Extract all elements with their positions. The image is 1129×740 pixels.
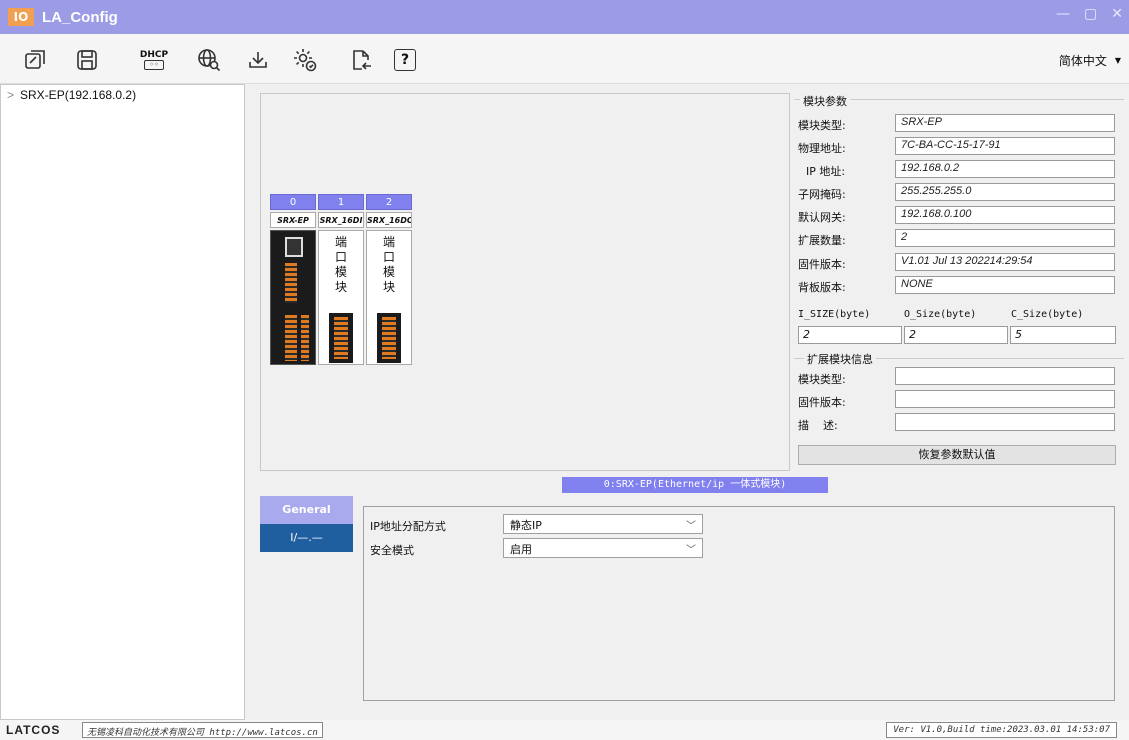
- status-bar: LATCOS 无锡凌科自动化技术有限公司 http://www.latcos.c…: [0, 720, 1129, 740]
- module-name: SRX-EP: [270, 212, 316, 228]
- module-index: 0: [270, 194, 316, 210]
- gateway-field[interactable]: 192.168.0.100: [895, 206, 1115, 224]
- module-params-panel: 模块参数 模块类型: SRX-EP 物理地址: 7C-BA-CC-15-17-9…: [794, 93, 1124, 471]
- tree-item-device[interactable]: > SRX-EP(192.168.0.2): [1, 85, 244, 105]
- firmware-field[interactable]: V1.01 Jul 13 202214:29:54: [895, 253, 1115, 271]
- ip-mode-select[interactable]: 静态IP ﹀: [503, 514, 703, 534]
- subnet-field[interactable]: 255.255.255.0: [895, 183, 1115, 201]
- close-button[interactable]: ✕: [1111, 6, 1123, 22]
- backplane-label: 背板版本:: [798, 281, 846, 294]
- version-info: Ver: V1.0,Build time:2023.03.01 14:53:07: [886, 722, 1117, 738]
- module-0[interactable]: 0 SRX-EP: [270, 194, 316, 365]
- ext-type-label: 模块类型:: [798, 373, 846, 386]
- module-body-text: 端 口 模 块: [334, 235, 347, 294]
- ext-desc-field[interactable]: [895, 413, 1115, 431]
- terminal-block: [285, 315, 297, 361]
- module-body-text: 端 口 模 块: [382, 235, 395, 294]
- c-size-field[interactable]: 5: [1010, 326, 1116, 344]
- app-title: LA_Config: [42, 8, 118, 26]
- c-size-label: C_Size(byte): [1011, 309, 1084, 320]
- save-icon[interactable]: [72, 45, 102, 75]
- chevron-down-icon: ﹀: [686, 545, 696, 556]
- params-group-title: 模块参数: [800, 93, 850, 109]
- terminal-block: [285, 263, 297, 303]
- i-size-field[interactable]: 2: [798, 326, 902, 344]
- module-1[interactable]: 1 SRX_16DI 端 口 模 块: [318, 194, 364, 365]
- backplane-field[interactable]: NONE: [895, 276, 1115, 294]
- ip-mode-value: 静态IP: [510, 519, 542, 532]
- config-panel: IP地址分配方式 静态IP ﹀ 安全模式 启用 ﹀: [363, 506, 1115, 701]
- ext-desc-label: 描 述:: [798, 419, 838, 432]
- toolbar: DHCP ◦◦ ? 简体中文 ▼: [0, 34, 1129, 84]
- ethernet-port-icon: [285, 237, 303, 257]
- module-type-label: 模块类型:: [798, 119, 846, 132]
- o-size-field[interactable]: 2: [904, 326, 1008, 344]
- module-index: 2: [366, 194, 412, 210]
- module-graphic-panel: 0 SRX-EP 1 SRX_16DI 端 口 模 块 2 SRX_16DO 端…: [260, 93, 790, 471]
- ext-count-field[interactable]: 2: [895, 229, 1115, 247]
- chevron-down-icon: ﹀: [686, 521, 696, 532]
- app-logo: IO: [8, 8, 34, 26]
- window-controls: — ▢ ✕: [1056, 6, 1123, 22]
- network-search-icon[interactable]: [194, 45, 224, 75]
- module-2[interactable]: 2 SRX_16DO 端 口 模 块: [366, 194, 412, 365]
- settings-icon[interactable]: [290, 45, 320, 75]
- company-info: 无锡凌科自动化技术有限公司 http://www.latcos.cn: [82, 722, 323, 738]
- o-size-label: O_Size(byte): [904, 309, 977, 320]
- tab-io[interactable]: I/—.—: [260, 524, 353, 552]
- ext-type-field[interactable]: [895, 367, 1115, 385]
- terminal-block: [382, 317, 396, 359]
- download-icon[interactable]: [243, 45, 273, 75]
- safe-mode-value: 启用: [510, 543, 532, 556]
- brand-logo: LATCOS: [6, 723, 61, 737]
- ip-label: IP 地址:: [806, 165, 846, 178]
- language-selector[interactable]: 简体中文 ▼: [1059, 52, 1121, 69]
- module-image: 端 口 模 块: [366, 230, 412, 365]
- help-glyph: ?: [394, 49, 416, 71]
- terminal-block: [334, 317, 348, 359]
- chevron-right-icon[interactable]: >: [7, 88, 14, 102]
- gateway-label: 默认网关:: [798, 211, 846, 224]
- safe-mode-select[interactable]: 启用 ﹀: [503, 538, 703, 558]
- device-tree[interactable]: > SRX-EP(192.168.0.2): [0, 84, 245, 720]
- module-index: 1: [318, 194, 364, 210]
- dhcp-port: ◦◦: [144, 60, 164, 70]
- module-image: [270, 230, 316, 365]
- subnet-label: 子网掩码:: [798, 188, 846, 201]
- chevron-down-icon: ▼: [1114, 56, 1121, 65]
- title-bar: IO LA_Config — ▢ ✕: [0, 0, 1129, 34]
- help-icon[interactable]: ?: [390, 45, 420, 75]
- ip-mode-label: IP地址分配方式: [370, 520, 446, 533]
- scan-icon[interactable]: [20, 45, 50, 75]
- language-label: 简体中文: [1058, 54, 1107, 68]
- ip-field[interactable]: 192.168.0.2: [895, 160, 1115, 178]
- ext-firmware-label: 固件版本:: [798, 396, 846, 409]
- selected-module-banner: 0:SRX-EP(Ethernet/ip 一体式模块): [562, 477, 828, 493]
- module-image: 端 口 模 块: [318, 230, 364, 365]
- ext-firmware-field[interactable]: [895, 390, 1115, 408]
- ext-count-label: 扩展数量:: [798, 234, 846, 247]
- terminal-block: [301, 315, 309, 361]
- module-name: SRX_16DO: [366, 212, 412, 228]
- safe-mode-label: 安全模式: [370, 544, 414, 557]
- reset-defaults-button[interactable]: 恢复参数默认值: [798, 445, 1116, 465]
- mac-label: 物理地址:: [798, 142, 846, 155]
- minimize-button[interactable]: —: [1056, 6, 1070, 22]
- dhcp-label: DHCP: [139, 50, 169, 60]
- i-size-label: I_SIZE(byte): [798, 309, 871, 320]
- module-type-field[interactable]: SRX-EP: [895, 114, 1115, 132]
- dhcp-icon[interactable]: DHCP ◦◦: [138, 45, 170, 75]
- export-icon[interactable]: [346, 45, 376, 75]
- firmware-label: 固件版本:: [798, 258, 846, 271]
- maximize-button[interactable]: ▢: [1084, 6, 1097, 22]
- mac-field[interactable]: 7C-BA-CC-15-17-91: [895, 137, 1115, 155]
- tab-general[interactable]: General: [260, 496, 353, 524]
- tree-item-label: SRX-EP(192.168.0.2): [20, 88, 137, 102]
- ext-group-title: 扩展模块信息: [804, 351, 876, 367]
- module-name: SRX_16DI: [318, 212, 364, 228]
